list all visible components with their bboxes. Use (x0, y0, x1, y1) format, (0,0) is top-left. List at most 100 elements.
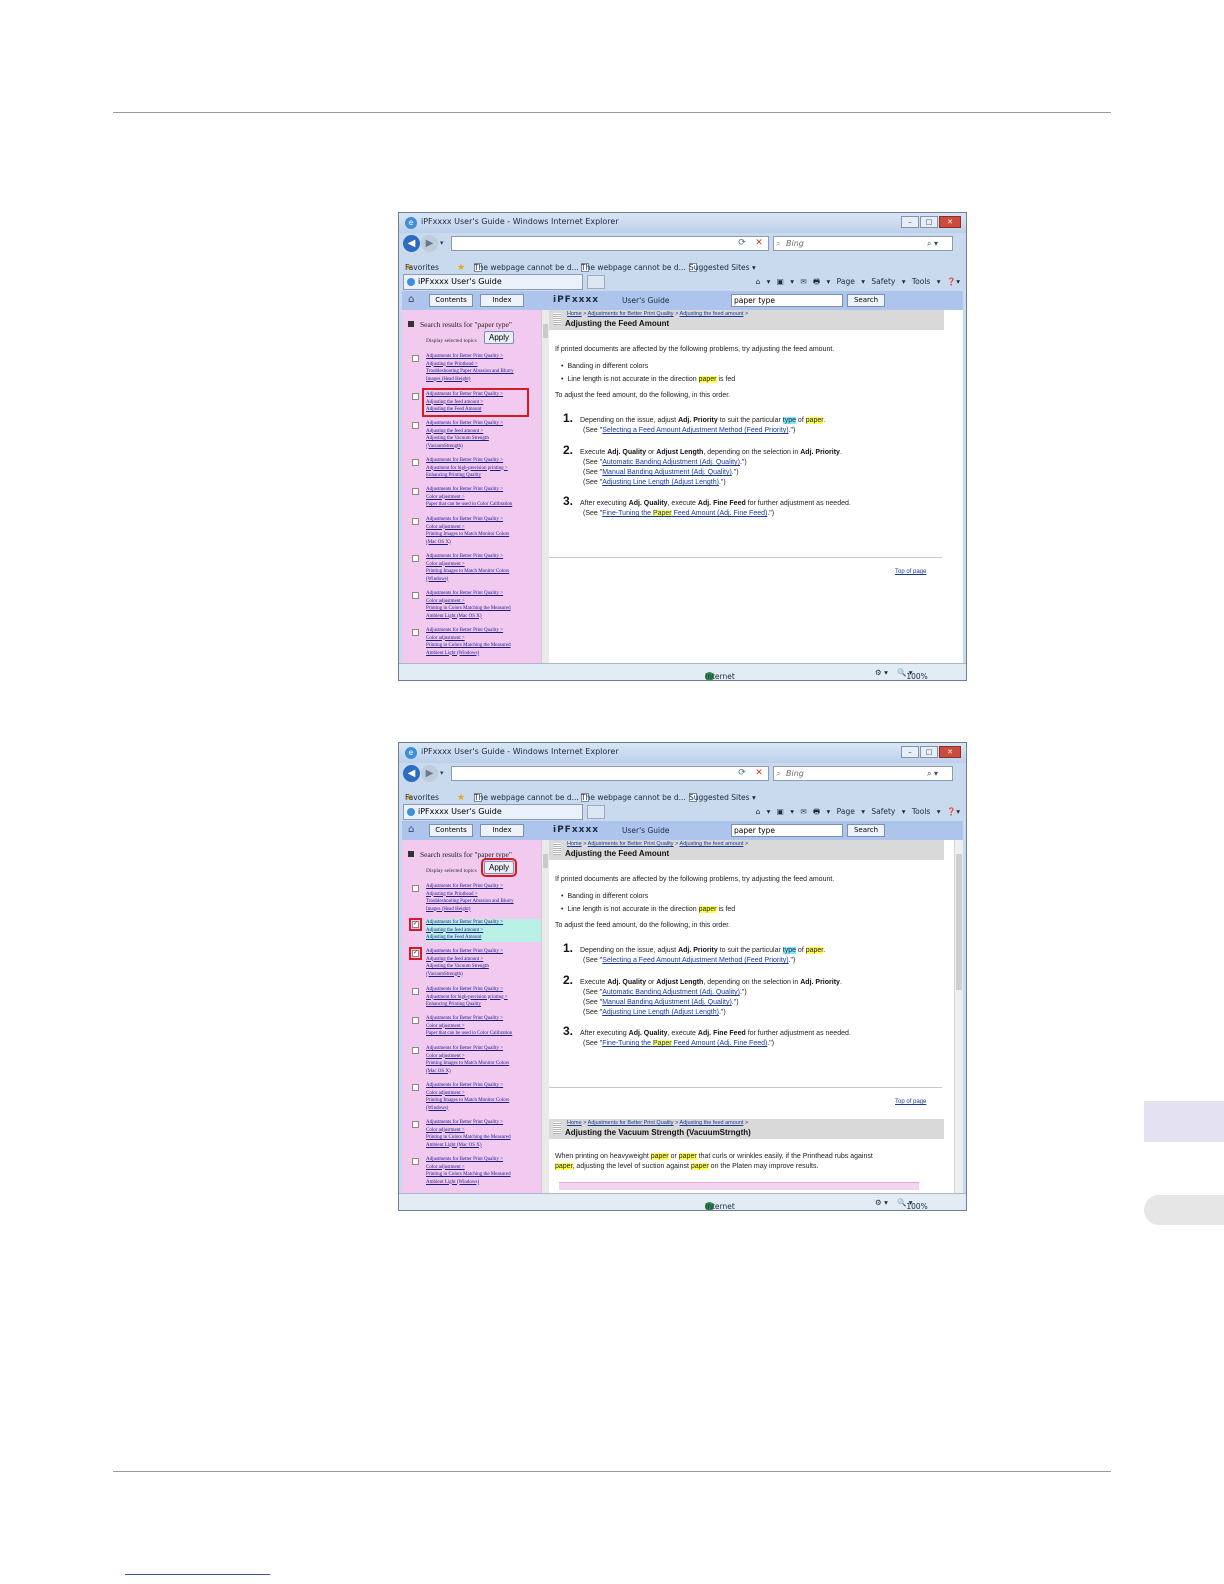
checkbox[interactable] (412, 988, 419, 995)
checkbox[interactable] (412, 555, 419, 562)
checkbox[interactable] (412, 1121, 419, 1128)
zoom-control[interactable]: 🔍 100% ▾ (897, 1198, 928, 1210)
step-text: Depending on the issue, adjust Adj. Prio… (580, 417, 826, 424)
fine-feed-link[interactable]: Fine-Tuning the Paper Feed Amount (Adj. … (602, 510, 767, 517)
checkbox[interactable] (412, 1017, 419, 1024)
forward-icon[interactable]: ▶ (421, 235, 438, 252)
tab-users-guide[interactable]: iPFxxxx User's Guide (403, 804, 583, 820)
checkbox[interactable] (412, 629, 419, 636)
home-icon[interactable]: ⌂ (408, 824, 420, 836)
footer-link[interactable] (125, 1574, 270, 1575)
close-button[interactable]: ✕ (939, 746, 961, 758)
checkbox[interactable] (412, 393, 419, 400)
manual-banding-link[interactable]: Manual Banding Adjustment (Adj. Quality) (602, 999, 732, 1006)
protected-mode-icon[interactable]: ⚙ ▾ (875, 668, 888, 677)
collapse-icon[interactable] (408, 851, 414, 857)
protected-mode-icon[interactable]: ⚙ ▾ (875, 1198, 888, 1207)
article-pane: Home > Adjustments for Better Print Qual… (549, 310, 954, 663)
title-bar: e iPFxxxx User's Guide - Windows Interne… (399, 743, 966, 763)
contents-button[interactable]: Contents (429, 824, 473, 837)
checkbox-checked[interactable]: ✓ (409, 918, 422, 931)
search-icon[interactable]: ⌕ ▾ (927, 237, 938, 250)
stop-icon[interactable]: ✕ (752, 237, 766, 250)
breadcrumb-section-link[interactable]: Adjustments for Better Print Quality (588, 1120, 674, 1126)
feed-priority-link[interactable]: Selecting a Feed Amount Adjustment Metho… (602, 957, 788, 964)
breadcrumb-sub-link[interactable]: Adjusting the feed amount (680, 311, 744, 317)
minimize-button[interactable]: – (901, 746, 919, 758)
home-icon[interactable]: ⌂ (408, 294, 420, 306)
article-scrollbar[interactable] (954, 840, 963, 1193)
refresh-icon[interactable]: ⟳ (735, 237, 749, 250)
command-bar[interactable]: ⌂ ▾ ▣ ▾ ✉ 🖶 ▾ Page ▾ Safety ▾ Tools ▾ ❓▾ (755, 276, 960, 289)
search-input[interactable]: ⌕ Bing ⌕ ▾ (773, 766, 953, 781)
breadcrumb-section-link[interactable]: Adjustments for Better Print Quality (588, 311, 674, 317)
minimize-button[interactable]: – (901, 216, 919, 228)
line-length-link[interactable]: Adjusting Line Length (Adjust Length) (602, 479, 719, 486)
breadcrumb-section-link[interactable]: Adjustments for Better Print Quality (588, 841, 674, 847)
checkbox[interactable] (412, 1158, 419, 1165)
breadcrumb-home-link[interactable]: Home (567, 841, 582, 847)
collapse-icon[interactable] (408, 321, 414, 327)
apply-button[interactable]: Apply (484, 331, 514, 344)
command-bar[interactable]: ⌂ ▾ ▣ ▾ ✉ 🖶 ▾ Page ▾ Safety ▾ Tools ▾ ❓▾ (755, 806, 960, 819)
stop-icon[interactable]: ✕ (752, 767, 766, 780)
article-heading: Adjusting the Feed Amount (565, 319, 670, 328)
fine-feed-link[interactable]: Fine-Tuning the Paper Feed Amount (Adj. … (602, 1040, 767, 1047)
checkbox[interactable] (412, 592, 419, 599)
contents-button[interactable]: Contents (429, 294, 473, 307)
step-number: 1. (563, 941, 574, 955)
search-icon[interactable]: ⌕ ▾ (927, 767, 938, 780)
title-bar: e iPFxxxx User's Guide - Windows Interne… (399, 213, 966, 233)
auto-banding-link[interactable]: Automatic Banding Adjustment (Adj. Quali… (602, 989, 740, 996)
left-scrollbar[interactable] (541, 310, 549, 663)
maximize-button[interactable]: □ (920, 216, 938, 228)
guide-header: ⌂ Contents Index iPFxxxx User's Guide pa… (402, 291, 963, 310)
forward-icon[interactable]: ▶ (421, 765, 438, 782)
breadcrumb-home-link[interactable]: Home (567, 311, 582, 317)
back-icon[interactable]: ◀ (403, 765, 420, 782)
breadcrumb-home-link[interactable]: Home (567, 1120, 582, 1126)
breadcrumb-sub-link[interactable]: Adjusting the feed amount (680, 1120, 744, 1126)
top-of-page-link[interactable]: Top of page (895, 1099, 926, 1105)
page-content: ⌂ Contents Index iPFxxxx User's Guide pa… (402, 821, 963, 1193)
zoom-control[interactable]: 🔍 100% ▾ (897, 668, 928, 680)
guide-search-input[interactable]: paper type (731, 294, 843, 307)
scroll-thumb[interactable] (956, 854, 962, 990)
checkbox[interactable] (412, 459, 419, 466)
index-button[interactable]: Index (480, 824, 524, 837)
back-icon[interactable]: ◀ (403, 235, 420, 252)
index-button[interactable]: Index (480, 294, 524, 307)
feed-priority-link[interactable]: Selecting a Feed Amount Adjustment Metho… (602, 427, 788, 434)
history-dropdown-icon[interactable]: ▾ (440, 239, 444, 247)
checkbox[interactable] (412, 355, 419, 362)
guide-search-input[interactable]: paper type (731, 824, 843, 837)
auto-banding-link[interactable]: Automatic Banding Adjustment (Adj. Quali… (602, 459, 740, 466)
manual-banding-link[interactable]: Manual Banding Adjustment (Adj. Quality) (602, 469, 732, 476)
checkbox[interactable] (412, 1047, 419, 1054)
new-tab-button[interactable] (587, 275, 605, 289)
line-length-link[interactable]: Adjusting Line Length (Adjust Length) (602, 1009, 719, 1016)
checkbox[interactable] (412, 518, 419, 525)
search-button[interactable]: Search (847, 294, 885, 307)
page-content: ⌂ Contents Index iPFxxxx User's Guide pa… (402, 291, 963, 663)
breadcrumb-sub-link[interactable]: Adjusting the feed amount (680, 841, 744, 847)
top-of-page-link[interactable]: Top of page (895, 569, 926, 575)
address-bar[interactable] (451, 766, 769, 781)
checkbox-checked[interactable]: ✓ (409, 947, 422, 960)
refresh-icon[interactable]: ⟳ (735, 767, 749, 780)
address-bar[interactable] (451, 236, 769, 251)
search-input[interactable]: ⌕ Bing ⌕ ▾ (773, 236, 953, 251)
window-title: iPFxxxx User's Guide - Windows Internet … (421, 747, 619, 756)
history-dropdown-icon[interactable]: ▾ (440, 769, 444, 777)
new-tab-button[interactable] (587, 805, 605, 819)
apply-button[interactable]: Apply (481, 858, 517, 877)
search-button[interactable]: Search (847, 824, 885, 837)
tab-users-guide[interactable]: iPFxxxx User's Guide (403, 274, 583, 290)
maximize-button[interactable]: □ (920, 746, 938, 758)
checkbox[interactable] (412, 885, 419, 892)
left-scrollbar[interactable] (541, 840, 549, 1193)
checkbox[interactable] (412, 1084, 419, 1091)
checkbox[interactable] (412, 422, 419, 429)
close-button[interactable]: ✕ (939, 216, 961, 228)
checkbox[interactable] (412, 488, 419, 495)
